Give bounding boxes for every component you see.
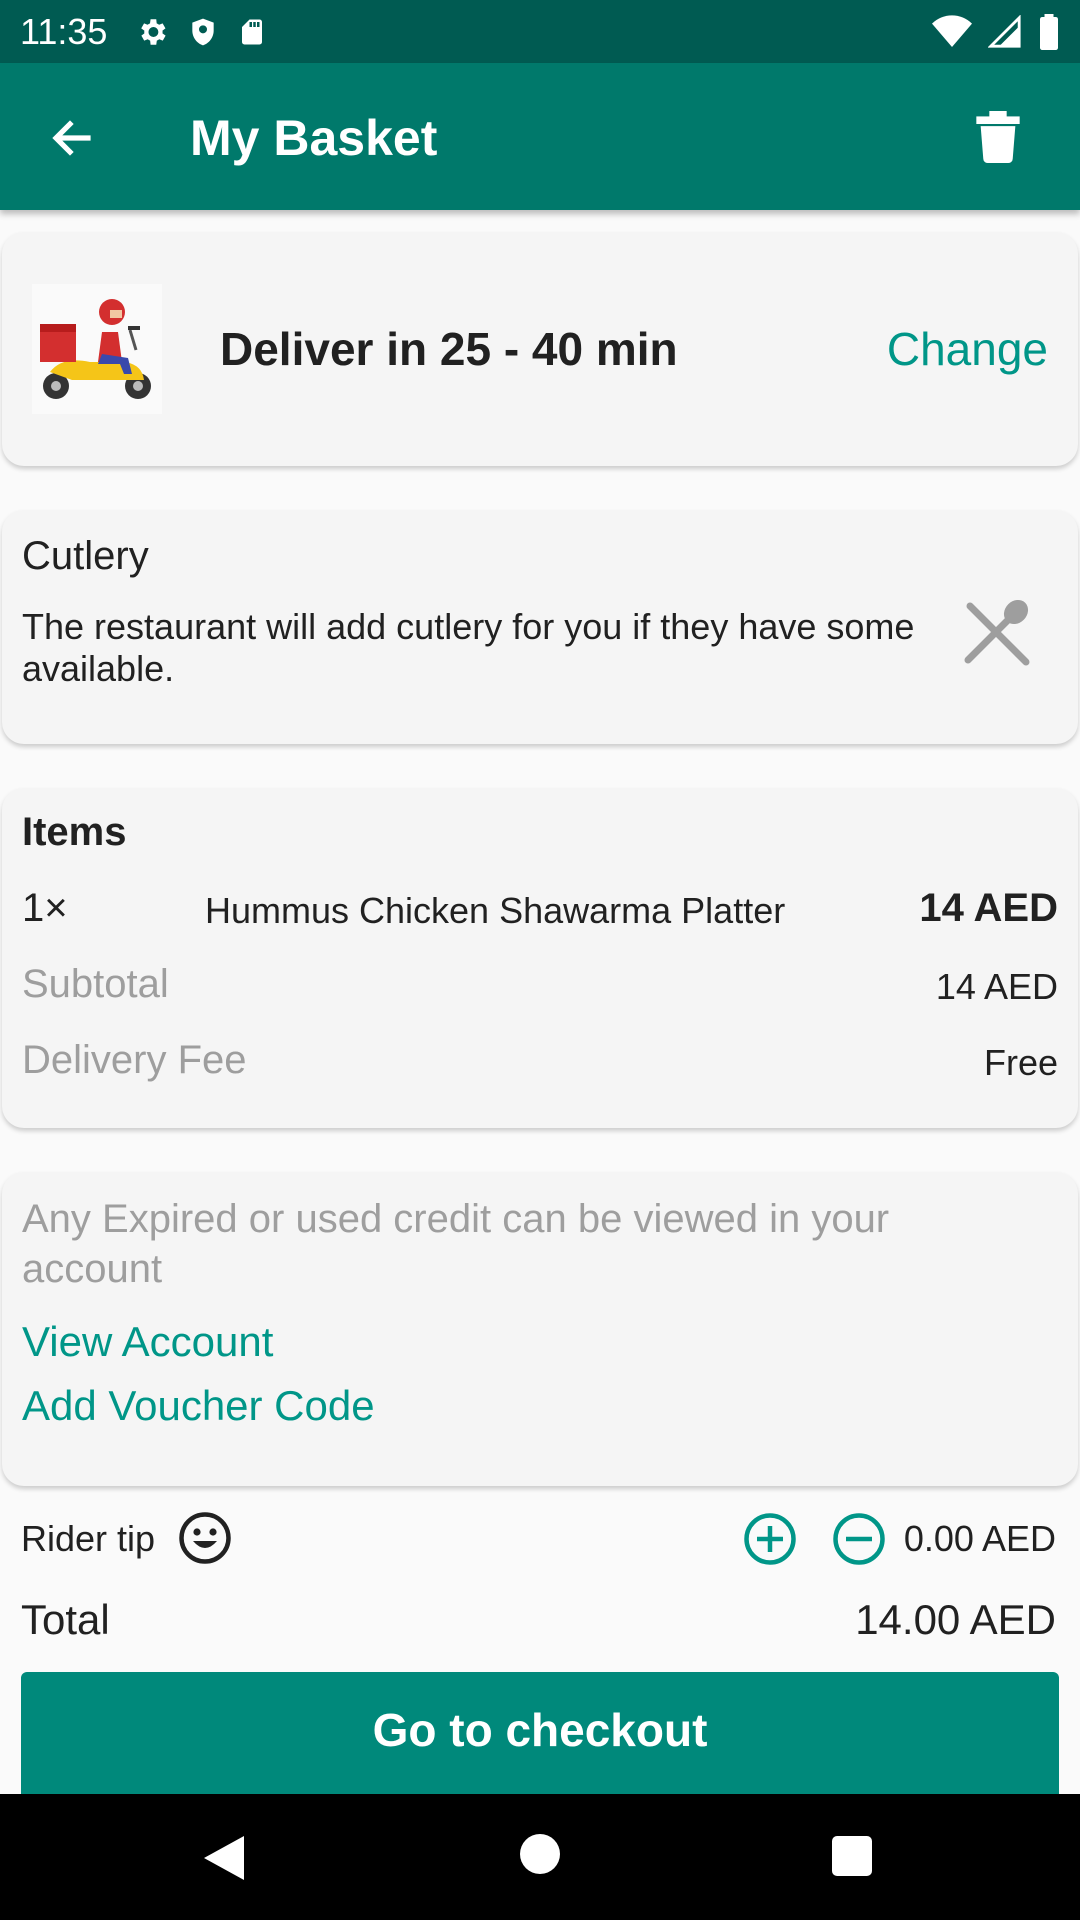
arrow-back-icon	[52, 120, 91, 156]
nav-back-icon[interactable]	[200, 1834, 248, 1882]
credit-card: Any Expired or used credit can be viewed…	[2, 1172, 1078, 1486]
cutlery-description: The restaurant will add cutlery for you …	[22, 606, 915, 689]
system-nav-bar	[0, 1794, 1080, 1920]
delivery-fee-label: Delivery Fee	[22, 1038, 247, 1082]
nav-home-icon[interactable]	[520, 1834, 560, 1874]
delivery-time-text: Deliver in 25 - 40 min	[220, 323, 678, 375]
credit-info-text: Any Expired or used credit can be viewed…	[22, 1197, 890, 1291]
delivery-scooter-image	[32, 284, 162, 414]
status-icons-right	[932, 13, 1060, 50]
cutlery-toggle[interactable]	[962, 598, 1032, 668]
item-name: Hummus Chicken Shawarma Platter	[205, 890, 786, 931]
delivery-card: Deliver in 25 - 40 min Change	[2, 232, 1078, 466]
status-time: 11:35	[20, 10, 108, 52]
items-title: Items	[22, 810, 127, 854]
tip-value: 0.00 AED	[903, 1518, 1056, 1559]
item-quantity: 1×	[22, 886, 68, 930]
shield-icon	[192, 18, 215, 45]
view-account-link[interactable]: View Account	[22, 1318, 273, 1366]
total-label: Total	[21, 1596, 110, 1643]
rider-tip-label: Rider tip	[21, 1518, 156, 1559]
smiley-icon	[178, 1511, 232, 1565]
status-icons-left	[135, 15, 267, 49]
cutlery-card[interactable]: Cutlery The restaurant will add cutlery …	[2, 510, 1078, 744]
items-card: Items 1× Hummus Chicken Shawarma Platter…	[2, 788, 1078, 1128]
no-cutlery-icon	[964, 599, 1030, 666]
status-bar: 11:35	[0, 0, 1080, 63]
minus-circle-icon	[833, 1513, 885, 1565]
sd-card-icon	[242, 19, 263, 44]
wifi-icon	[932, 14, 972, 47]
signal-icon	[988, 14, 1021, 48]
subtotal-label: Subtotal	[22, 962, 169, 1006]
battery-icon	[1040, 13, 1058, 50]
back-button[interactable]	[44, 110, 100, 166]
subtotal-value: 14 AED	[935, 966, 1058, 1007]
gear-icon	[141, 18, 167, 45]
checkout-button[interactable]: Go to checkout	[21, 1672, 1059, 1802]
trash-icon	[976, 111, 1020, 163]
cutlery-title: Cutlery	[22, 534, 149, 578]
total-value: 14.00 AED	[855, 1596, 1056, 1643]
delete-basket-button[interactable]	[968, 107, 1028, 167]
item-price: 14 AED	[919, 886, 1058, 930]
decrease-tip-button[interactable]	[832, 1512, 886, 1566]
plus-circle-icon	[744, 1513, 796, 1565]
add-voucher-link[interactable]: Add Voucher Code	[22, 1382, 375, 1430]
page-title: My Basket	[190, 110, 438, 166]
change-delivery-link[interactable]: Change	[887, 322, 1048, 376]
increase-tip-button[interactable]	[743, 1512, 797, 1566]
delivery-fee-value: Free	[983, 1042, 1058, 1083]
app-bar: My Basket	[0, 63, 1080, 210]
nav-recents-icon[interactable]	[832, 1836, 872, 1876]
